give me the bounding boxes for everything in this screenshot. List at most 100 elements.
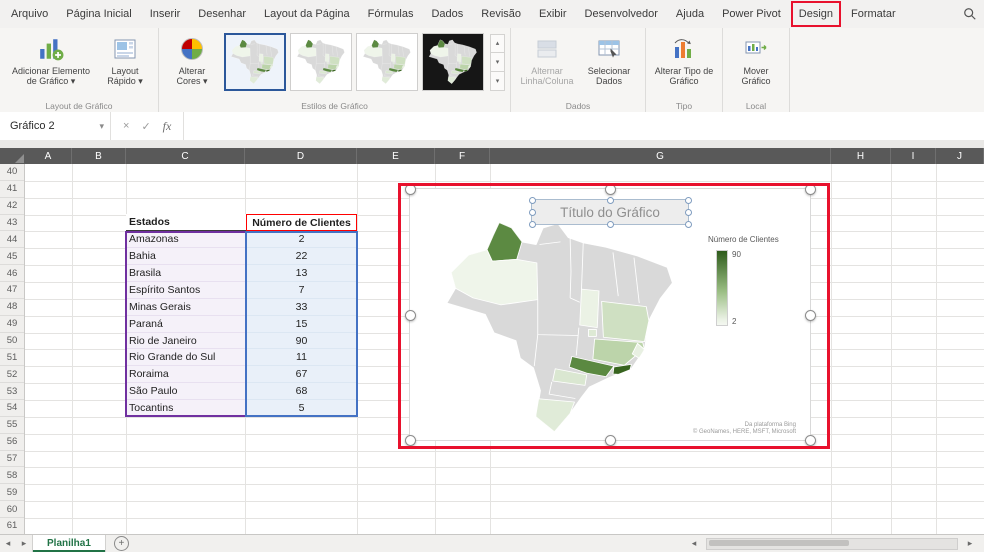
chart-selection-handle-tr[interactable] xyxy=(805,184,816,195)
cell-clientes[interactable]: 33 xyxy=(246,298,357,316)
chart-selection-handle-tc[interactable] xyxy=(605,184,616,195)
column-header-e[interactable]: E xyxy=(357,148,435,164)
cell-estado[interactable]: Rio Grande do Sul xyxy=(126,349,246,367)
enter-icon[interactable]: ✓ xyxy=(141,120,150,133)
menu-tab-inserir[interactable]: Inserir xyxy=(141,0,190,28)
row-header-43[interactable]: 43 xyxy=(0,215,24,232)
column-header-f[interactable]: F xyxy=(435,148,490,164)
menu-tab-arquivo[interactable]: Arquivo xyxy=(2,0,57,28)
cell-estado[interactable]: Paraná xyxy=(126,315,246,333)
cell-clientes[interactable]: 5 xyxy=(246,400,357,417)
cell-clientes[interactable]: 2 xyxy=(246,231,357,249)
row-header-58[interactable]: 58 xyxy=(0,467,24,485)
cell-clientes[interactable]: 11 xyxy=(246,349,357,367)
cell-estado[interactable]: São Paulo xyxy=(126,383,246,401)
column-header-c[interactable]: C xyxy=(126,148,245,164)
scrollbar-track[interactable] xyxy=(706,537,958,550)
title-selection-handle-tr[interactable] xyxy=(685,197,692,204)
row-header-55[interactable]: 55 xyxy=(0,417,24,434)
chart-title[interactable]: Título do Gráfico xyxy=(529,197,692,228)
row-header-57[interactable]: 57 xyxy=(0,451,24,468)
add-chart-element-button[interactable]: Adicionar Elemento de Gráfico ▾ xyxy=(5,33,97,88)
menu-tab-layout-da-pagina[interactable]: Layout da Página xyxy=(255,0,359,28)
title-selection-handle-tc[interactable] xyxy=(607,197,614,204)
chart-style-option-4[interactable] xyxy=(422,33,484,91)
row-header-53[interactable]: 53 xyxy=(0,383,24,401)
chart-style-option-1[interactable] xyxy=(224,33,286,91)
insert-function-icon[interactable]: fx xyxy=(163,119,172,134)
menu-tab-exibir[interactable]: Exibir xyxy=(530,0,576,28)
gallery-scroll-down-button[interactable]: ▾ xyxy=(490,52,505,72)
row-header-44[interactable]: 44 xyxy=(0,231,24,249)
column-header-i[interactable]: I xyxy=(891,148,936,164)
row-header-50[interactable]: 50 xyxy=(0,333,24,350)
formula-input[interactable] xyxy=(184,112,984,140)
cell-header-estados[interactable]: Estados xyxy=(126,214,246,231)
row-header-51[interactable]: 51 xyxy=(0,349,24,367)
scroll-right-icon[interactable]: ▸ xyxy=(962,538,978,549)
menu-tab-design[interactable]: Design xyxy=(790,0,842,28)
cell-estado[interactable]: Roraima xyxy=(126,366,246,384)
sheet-tab-planilha1[interactable]: Planilha1 xyxy=(32,535,106,552)
horizontal-scrollbar[interactable]: ◂ ▸ xyxy=(686,537,978,550)
row-header-42[interactable]: 42 xyxy=(0,198,24,215)
name-box-dropdown-icon[interactable]: ▾ xyxy=(99,121,104,132)
select-all-corner[interactable] xyxy=(0,148,25,164)
row-header-54[interactable]: 54 xyxy=(0,400,24,417)
row-header-61[interactable]: 61 xyxy=(0,518,24,535)
cell-clientes[interactable]: 68 xyxy=(246,383,357,401)
row-header-41[interactable]: 41 xyxy=(0,181,24,198)
column-header-g[interactable]: G xyxy=(490,148,831,164)
cell-clientes[interactable]: 67 xyxy=(246,366,357,384)
change-colors-button[interactable]: Alterar Cores ▾ xyxy=(164,33,220,88)
cell-estado[interactable]: Tocantins xyxy=(126,400,246,417)
menu-tab-formulas[interactable]: Fórmulas xyxy=(359,0,423,28)
row-header-60[interactable]: 60 xyxy=(0,501,24,519)
chart-selection-handle-bl[interactable] xyxy=(405,435,416,446)
cancel-icon[interactable]: × xyxy=(123,120,129,132)
title-selection-handle-bc[interactable] xyxy=(607,221,614,228)
cell-clientes[interactable]: 13 xyxy=(246,265,357,283)
gallery-scroll-up-button[interactable]: ▴ xyxy=(490,33,505,53)
menu-tab-revisao[interactable]: Revisão xyxy=(472,0,530,28)
column-header-d[interactable]: D xyxy=(245,148,357,164)
cell-estado[interactable]: Espírito Santos xyxy=(126,282,246,299)
row-header-52[interactable]: 52 xyxy=(0,366,24,384)
column-header-a[interactable]: A xyxy=(25,148,72,164)
chart-selection-handle-ml[interactable] xyxy=(405,309,416,321)
title-selection-handle-br[interactable] xyxy=(685,221,692,228)
menu-tab-power-pivot[interactable]: Power Pivot xyxy=(713,0,790,28)
chart-legend[interactable]: Número de Clientes 90 2 xyxy=(708,235,808,326)
search-icon[interactable] xyxy=(956,7,984,21)
row-header-59[interactable]: 59 xyxy=(0,484,24,502)
title-selection-handle-tl[interactable] xyxy=(529,197,536,204)
menu-tab-formatar[interactable]: Formatar xyxy=(842,0,905,28)
row-header-47[interactable]: 47 xyxy=(0,282,24,299)
chart-selection-handle-mr[interactable] xyxy=(805,309,816,321)
name-box[interactable]: Gráfico 2 ▾ xyxy=(0,112,111,140)
row-header-56[interactable]: 56 xyxy=(0,434,24,451)
title-selection-handle-mr[interactable] xyxy=(685,209,692,216)
quick-layout-button[interactable]: Layout Rápido ▾ xyxy=(97,33,153,88)
cell-estado[interactable]: Bahia xyxy=(126,248,246,266)
brazil-map[interactable] xyxy=(438,219,683,438)
sheet-nav-next-icon[interactable]: ▸ xyxy=(16,538,32,549)
scrollbar-thumb[interactable] xyxy=(709,539,849,546)
select-data-button[interactable]: Selecionar Dados xyxy=(578,33,640,88)
chart-style-option-2[interactable] xyxy=(290,33,352,91)
title-selection-handle-ml[interactable] xyxy=(529,209,536,216)
title-selection-handle-bl[interactable] xyxy=(529,221,536,228)
cell-header-numero-de-clientes[interactable]: Número de Clientes xyxy=(246,214,357,231)
cell-clientes[interactable]: 22 xyxy=(246,248,357,266)
menu-tab-pagina-inicial[interactable]: Página Inicial xyxy=(57,0,140,28)
move-chart-button[interactable]: Mover Gráfico xyxy=(728,33,784,88)
cell-estado[interactable]: Amazonas xyxy=(126,231,246,249)
cell-estado[interactable]: Minas Gerais xyxy=(126,298,246,316)
chart-selection-handle-br[interactable] xyxy=(805,435,816,446)
cell-clientes[interactable]: 7 xyxy=(246,282,357,299)
cell-estado[interactable]: Rio de Janeiro xyxy=(126,332,246,350)
chart-style-option-3[interactable] xyxy=(356,33,418,91)
chart-selection-handle-tl[interactable] xyxy=(405,184,416,195)
menu-tab-dados[interactable]: Dados xyxy=(422,0,472,28)
chart-selection-handle-bc[interactable] xyxy=(605,435,616,446)
